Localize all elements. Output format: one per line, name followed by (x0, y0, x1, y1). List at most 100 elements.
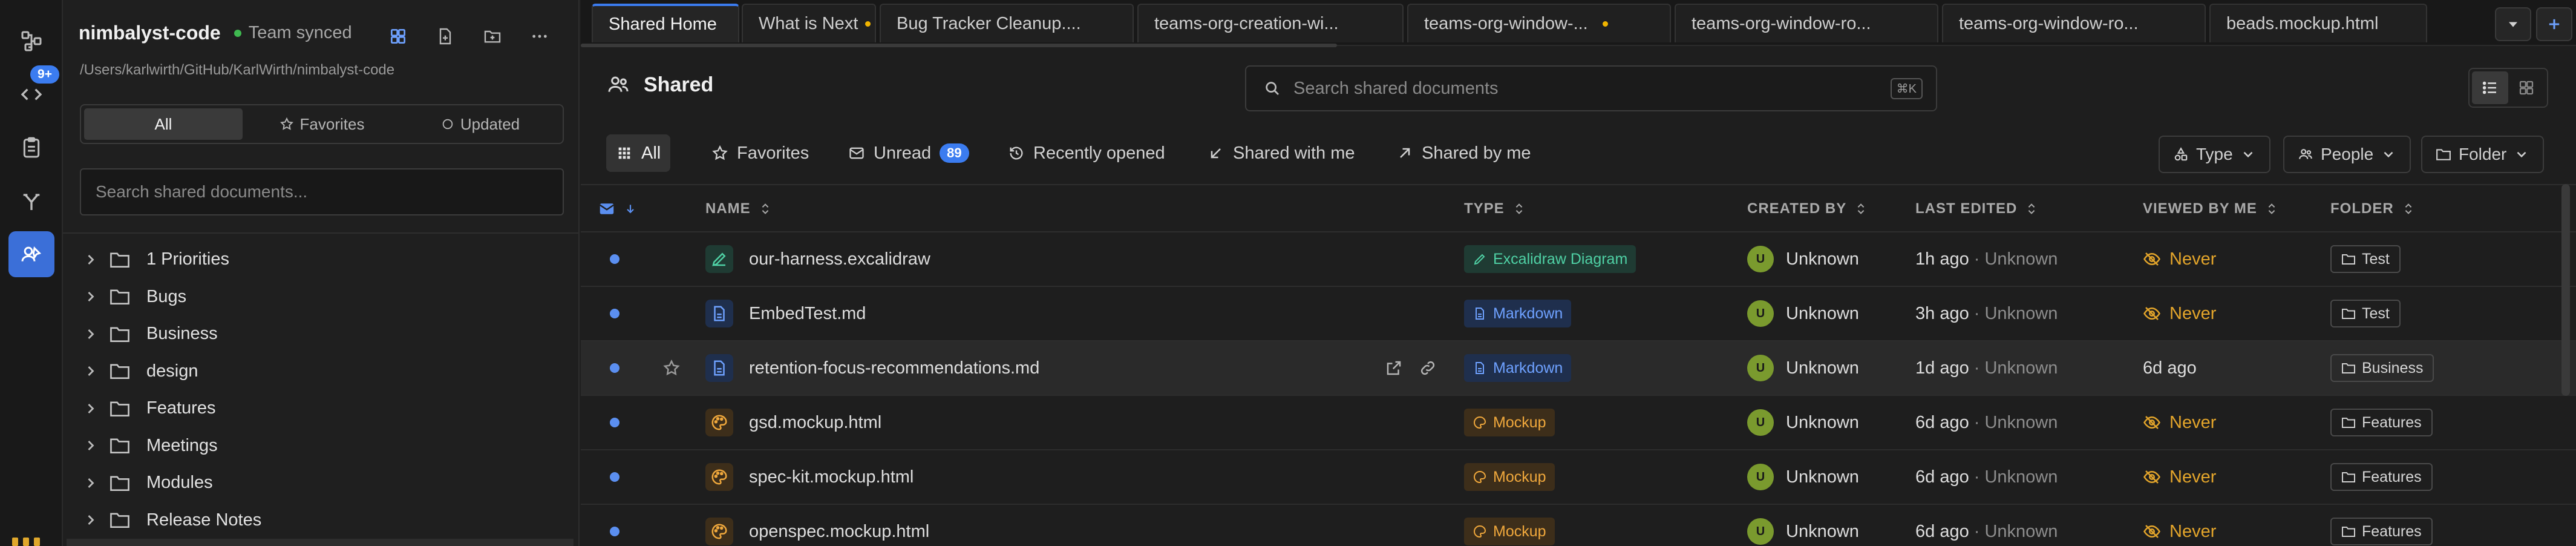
type-filter-dropdown[interactable]: Type (2159, 136, 2270, 173)
tree-item[interactable]: design (63, 353, 578, 390)
type-badge: Mockup (1464, 409, 1555, 436)
tree-item[interactable]: 1 Priorities (63, 241, 578, 278)
favorite-toggle[interactable] (659, 356, 684, 380)
file-name[interactable]: retention-focus-recommendations.md (749, 358, 1039, 378)
new-file-button[interactable] (431, 22, 460, 51)
people-filter-dropdown[interactable]: People (2283, 136, 2411, 173)
tree-item-label: 1 Priorities (146, 249, 229, 269)
tab-shared-home[interactable]: Shared Home (592, 4, 739, 42)
tree-item[interactable]: Modules (63, 464, 578, 502)
file-name[interactable]: openspec.mockup.html (749, 522, 929, 542)
activity-merge-button[interactable] (8, 178, 54, 224)
segment-all[interactable]: All (84, 108, 243, 140)
sidebar-search[interactable] (80, 168, 564, 215)
folder-filter-dropdown[interactable]: Folder (2421, 136, 2545, 173)
column-name[interactable]: NAME (705, 185, 771, 232)
activity-shared-button[interactable] (8, 231, 54, 277)
segment-updated[interactable]: Updated (401, 108, 560, 140)
file-name[interactable]: spec-kit.mockup.html (749, 467, 914, 487)
view-toggle (2468, 68, 2548, 108)
table-row[interactable]: openspec.mockup.html Mockup U Unknown 6d… (581, 505, 2576, 546)
chevron-right-icon (88, 403, 94, 413)
table-row[interactable]: retention-focus-recommendations.md Markd… (581, 341, 2576, 396)
tab-list-dropdown[interactable] (2495, 7, 2531, 41)
new-tab-button[interactable] (2536, 7, 2572, 41)
type-label: Excalidraw Diagram (1493, 250, 1628, 268)
table-scrollbar[interactable] (2561, 184, 2570, 396)
tab-bug-tracker[interactable]: Bug Tracker Cleanup.... (880, 4, 1134, 42)
tree-item[interactable]: Business (63, 315, 578, 353)
sort-unread-button[interactable] (598, 185, 636, 232)
avatar: U (1747, 355, 1774, 381)
layout-button[interactable] (384, 22, 413, 51)
tab-beads-mockup[interactable]: beads.mockup.html (2209, 4, 2427, 42)
copy-link-button[interactable] (1416, 356, 1440, 380)
tab-teams-org-window-3[interactable]: teams-org-window-ro... (1942, 4, 2206, 42)
tab-what-is-next[interactable]: What is Next (742, 4, 876, 42)
column-created-by[interactable]: CREATED BY (1747, 185, 1867, 232)
tree-item[interactable]: Features (63, 390, 578, 427)
document-search[interactable]: ⌘K (1245, 65, 1937, 111)
new-folder-button[interactable] (478, 22, 507, 51)
more-button[interactable] (525, 22, 554, 51)
sort-icon (2268, 203, 2275, 214)
tab-teams-org-window-2[interactable]: teams-org-window-ro... (1675, 4, 1938, 42)
file-name[interactable]: EmbedTest.md (749, 304, 866, 324)
activity-documents-button[interactable] (8, 125, 54, 171)
filter-shared-with-me[interactable]: Shared with me (1198, 134, 1365, 172)
activity-graph-button[interactable] (8, 18, 54, 64)
unread-count-badge: 89 (940, 143, 969, 163)
folder-icon (2342, 254, 2355, 265)
table-row[interactable]: our-harness.excalidraw Excalidraw Diagra… (581, 232, 2576, 287)
file-name[interactable]: gsd.mockup.html (749, 413, 881, 433)
filter-shared-by-me[interactable]: Shared by me (1387, 134, 1541, 172)
tree-item[interactable]: Release Notes (63, 502, 578, 539)
open-external-button[interactable] (1382, 356, 1406, 380)
table-row[interactable]: gsd.mockup.html Mockup U Unknown 6d ago … (581, 396, 2576, 450)
column-last-edited[interactable]: LAST EDITED (1915, 185, 2038, 232)
file-name[interactable]: our-harness.excalidraw (749, 249, 930, 269)
column-viewed-by-me[interactable]: VIEWED BY ME (2143, 185, 2278, 232)
tab-teams-org-creation[interactable]: teams-org-creation-wi... (1137, 4, 1404, 42)
page-title: Shared (606, 73, 713, 97)
chevron-right-icon (88, 366, 94, 377)
list-view-button[interactable] (2472, 71, 2508, 104)
folder-tag[interactable]: Test (2330, 300, 2401, 327)
tree-item-label: Features (146, 398, 216, 418)
star-icon (280, 117, 293, 130)
folder-icon (2342, 363, 2355, 373)
mockup-file-icon (705, 409, 733, 436)
filter-all[interactable]: All (606, 134, 671, 172)
filter-recently-opened[interactable]: Recently opened (998, 134, 1175, 172)
table-row[interactable]: EmbedTest.md Markdown U Unknown 3h ago ·… (581, 287, 2576, 341)
folder-tag[interactable]: Test (2330, 245, 2401, 273)
folder-icon (110, 327, 129, 342)
sidebar-search-input[interactable] (96, 182, 563, 202)
tree-item[interactable]: Meetings (63, 427, 578, 465)
grid-view-button[interactable] (2508, 71, 2545, 104)
tab-teams-org-window-1[interactable]: teams-org-window-... (1407, 4, 1671, 42)
filter-unread[interactable]: Unread 89 (839, 134, 979, 172)
folder-tag[interactable]: Features (2330, 409, 2433, 436)
sort-icon (762, 203, 768, 214)
table-row[interactable]: spec-kit.mockup.html Mockup U Unknown 6d… (581, 450, 2576, 505)
folder-label: Test (2362, 250, 2390, 268)
document-search-input[interactable] (1293, 78, 1878, 99)
avatar: U (1747, 409, 1774, 436)
folder-tag[interactable]: Business (2330, 354, 2434, 382)
column-label: NAME (705, 200, 751, 217)
avatar: U (1747, 464, 1774, 490)
type-badge: Markdown (1464, 300, 1572, 327)
folder-tag[interactable]: Features (2330, 463, 2433, 491)
arrow-down-left-icon (1211, 148, 1221, 159)
graph-icon (21, 31, 42, 51)
shapes-icon (2174, 147, 2188, 161)
tree-item[interactable]: Bugs (63, 278, 578, 316)
folder-tag[interactable]: Features (2330, 518, 2433, 545)
column-folder[interactable]: FOLDER (2330, 185, 2414, 232)
segment-favorites[interactable]: Favorites (243, 108, 401, 140)
filter-label: Shared with me (1233, 143, 1355, 163)
filter-favorites[interactable]: Favorites (702, 134, 819, 172)
column-type[interactable]: TYPE (1464, 185, 1525, 232)
tree-item-partial[interactable] (67, 539, 574, 546)
